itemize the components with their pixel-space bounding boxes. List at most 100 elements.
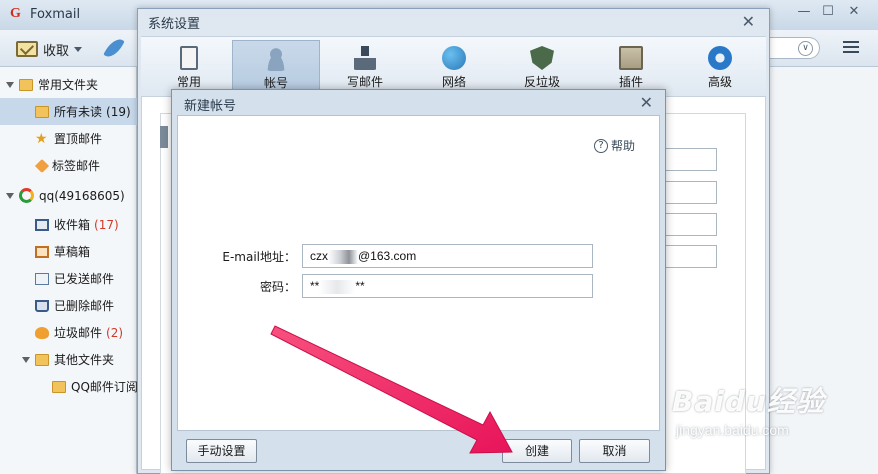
email-prefix: czx bbox=[310, 249, 328, 263]
password-label: 密码： bbox=[259, 280, 296, 294]
sidebar-item-label: 所有未读 bbox=[54, 105, 103, 119]
sidebar-item-qq-account[interactable]: qq(49168605) bbox=[0, 182, 137, 209]
sidebar-item-other-folders[interactable]: 其他文件夹 bbox=[0, 346, 137, 373]
close-icon[interactable]: ✕ bbox=[742, 12, 755, 31]
dialog-title: 新建帐号 bbox=[184, 99, 237, 114]
close-icon[interactable]: ✕ bbox=[640, 93, 653, 112]
search-input[interactable]: ∨ bbox=[768, 37, 820, 59]
sidebar-item-sent[interactable]: 已发送邮件 bbox=[0, 265, 137, 292]
tab-label: 反垃圾 bbox=[523, 75, 560, 89]
sidebar-item-tagged[interactable]: 标签邮件 bbox=[0, 152, 137, 179]
sidebar-item-label: 常用文件夹 bbox=[38, 78, 99, 92]
account-field[interactable] bbox=[665, 245, 717, 268]
common-settings-icon bbox=[180, 46, 198, 70]
create-button[interactable]: 创建 bbox=[502, 439, 572, 463]
cancel-button[interactable]: 取消 bbox=[579, 439, 650, 463]
tab-label: 写邮件 bbox=[346, 75, 383, 89]
sent-icon bbox=[35, 272, 49, 285]
expand-arrow-icon[interactable] bbox=[6, 192, 14, 199]
maximize-icon[interactable]: ☐ bbox=[818, 4, 838, 19]
tab-antispam[interactable]: 反垃圾 bbox=[498, 40, 586, 93]
sidebar-item-pinned[interactable]: ★ 置顶邮件 bbox=[0, 125, 137, 152]
tab-compose[interactable]: 写邮件 bbox=[321, 40, 409, 93]
sidebar-item-label: 已发送邮件 bbox=[54, 272, 115, 286]
tab-label: 高级 bbox=[707, 75, 732, 89]
account-list-scroll[interactable] bbox=[160, 126, 168, 148]
tab-network[interactable]: 网络 bbox=[410, 40, 498, 93]
globe-icon bbox=[442, 46, 466, 70]
dialog-body bbox=[177, 115, 660, 431]
manual-setup-button[interactable]: 手动设置 bbox=[186, 439, 257, 463]
shield-icon bbox=[530, 46, 554, 70]
sidebar-item-junk[interactable]: 垃圾邮件 (2) bbox=[0, 319, 137, 346]
sidebar-item-label: 垃圾邮件 bbox=[54, 326, 103, 340]
qq-account-icon bbox=[19, 188, 34, 203]
tag-icon bbox=[34, 158, 50, 173]
folder-icon bbox=[19, 78, 33, 91]
password-field[interactable]: ** ** bbox=[302, 274, 593, 298]
help-icon: ? bbox=[594, 138, 608, 153]
account-field[interactable] bbox=[665, 213, 717, 236]
help-link[interactable]: ? 帮助 bbox=[594, 137, 635, 154]
sidebar-item-label: 标签邮件 bbox=[52, 159, 101, 173]
sidebar-item-qq-subscriptions[interactable]: QQ邮件订阅 bbox=[0, 373, 137, 400]
ink-bottle-icon bbox=[353, 46, 377, 70]
sidebar-item-label: 已删除邮件 bbox=[54, 299, 115, 313]
gear-icon bbox=[708, 46, 732, 70]
folder-icon bbox=[35, 105, 49, 118]
help-label: 帮助 bbox=[611, 139, 636, 153]
tab-label: 插件 bbox=[618, 75, 643, 89]
password-prefix: ** bbox=[310, 279, 320, 293]
tab-label: 网络 bbox=[441, 75, 466, 89]
baidu-watermark: Baidu经验 jingyan.baidu.com bbox=[672, 380, 872, 450]
chevron-down-icon[interactable]: ∨ bbox=[798, 41, 813, 56]
sidebar-item-all-unread[interactable]: 所有未读 (19) bbox=[0, 98, 137, 125]
receive-button[interactable]: 收取 bbox=[16, 38, 83, 60]
sidebar-item-label: 收件箱 bbox=[54, 218, 91, 232]
sidebar-item-inbox[interactable]: 收件箱 (17) bbox=[0, 211, 137, 238]
redaction-blur bbox=[319, 279, 356, 294]
tab-label: 常用 bbox=[176, 75, 201, 89]
account-field[interactable] bbox=[665, 181, 717, 204]
tab-label: 帐号 bbox=[263, 76, 288, 90]
sidebar-item-drafts[interactable]: 草稿箱 bbox=[0, 238, 137, 265]
sidebar-item-label: QQ邮件订阅 bbox=[71, 380, 137, 394]
sidebar-item-label: 其他文件夹 bbox=[54, 353, 115, 367]
settings-title: 系统设置 bbox=[148, 17, 201, 32]
mailbox-icon bbox=[16, 41, 38, 57]
trash-icon bbox=[35, 299, 49, 312]
tab-common[interactable]: 常用 bbox=[145, 40, 233, 93]
folder-icon bbox=[52, 380, 66, 393]
feather-compose-icon[interactable] bbox=[103, 35, 125, 61]
sidebar-item-common-folders[interactable]: 常用文件夹 bbox=[0, 71, 137, 98]
account-field[interactable] bbox=[665, 148, 717, 171]
watermark-logo: Baidu经验 bbox=[672, 385, 825, 418]
inbox-count: (17) bbox=[94, 217, 119, 232]
junk-count: (2) bbox=[106, 325, 124, 340]
redaction-blur bbox=[328, 249, 358, 264]
email-label: E-mail地址： bbox=[222, 250, 296, 264]
star-icon: ★ bbox=[35, 130, 48, 147]
sidebar-item-label: 草稿箱 bbox=[54, 245, 91, 259]
email-field[interactable]: czx @163.com bbox=[302, 244, 593, 268]
expand-arrow-icon[interactable] bbox=[6, 81, 14, 88]
chevron-down-icon[interactable] bbox=[74, 46, 83, 52]
minimize-icon[interactable]: — bbox=[794, 4, 814, 19]
settings-tabbar: 常用 帐号 写邮件 网络 反垃圾 插件 高级 bbox=[141, 36, 766, 96]
foxmail-logo-icon: G bbox=[10, 6, 21, 21]
app-title: Foxmail bbox=[30, 7, 81, 22]
receive-label: 收取 bbox=[43, 43, 70, 59]
folder-icon bbox=[35, 353, 49, 366]
folder-sidebar: 常用文件夹 所有未读 (19) ★ 置顶邮件 标签邮件 qq(49168605)… bbox=[0, 67, 137, 474]
tab-plugins[interactable]: 插件 bbox=[587, 40, 675, 93]
watermark-url: jingyan.baidu.com bbox=[676, 422, 789, 438]
tab-account[interactable]: 帐号 bbox=[232, 40, 320, 93]
sidebar-item-deleted[interactable]: 已删除邮件 bbox=[0, 292, 137, 319]
tab-advanced[interactable]: 高级 bbox=[676, 40, 764, 93]
expand-arrow-icon[interactable] bbox=[22, 356, 30, 363]
email-suffix: @163.com bbox=[358, 249, 417, 263]
close-icon[interactable]: ✕ bbox=[844, 4, 864, 19]
menu-icon[interactable] bbox=[843, 41, 859, 55]
sidebar-item-label: 置顶邮件 bbox=[54, 132, 103, 146]
plugin-box-icon bbox=[619, 46, 643, 70]
